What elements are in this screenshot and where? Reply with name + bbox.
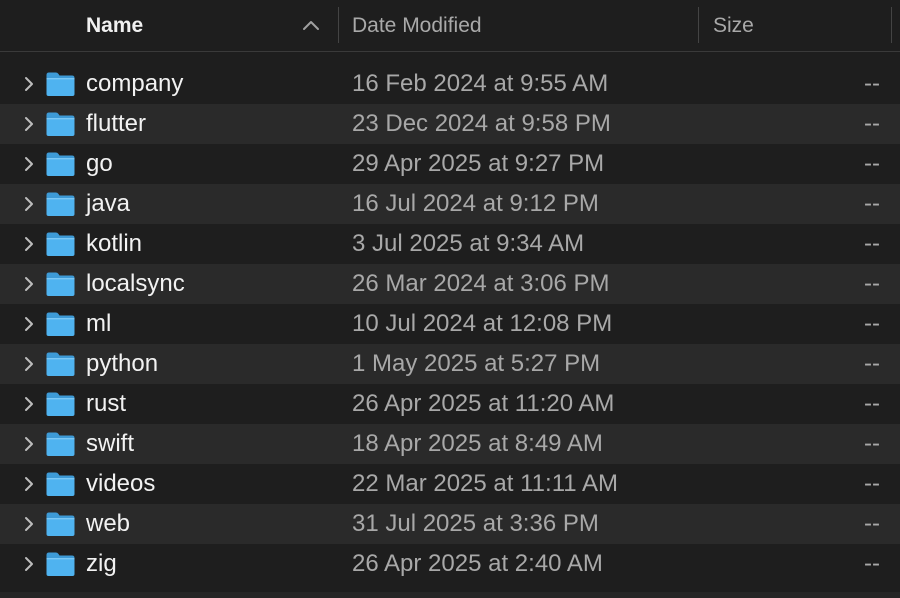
disclosure-chevron-right-icon[interactable] [21,75,37,93]
file-date-modified: 26 Mar 2024 at 3:06 PM [352,270,610,297]
folder-icon [46,552,75,576]
finder-list-view: Name Date Modified Size company 16 Feb 20… [0,0,900,598]
file-date-modified: 29 Apr 2025 at 9:27 PM [352,150,605,177]
list-item[interactable]: python 1 May 2025 at 5:27 PM -- [0,344,900,384]
file-name: flutter [86,110,147,137]
disclosure-chevron-right-icon[interactable] [21,155,37,173]
folder-icon [46,192,75,216]
file-name: go [86,150,113,177]
list-item[interactable]: rust 26 Apr 2025 at 11:20 AM -- [0,384,900,424]
folder-icon [46,272,75,296]
list-item[interactable]: web 31 Jul 2025 at 3:36 PM -- [0,504,900,544]
file-size: -- [864,110,880,137]
file-name: python [86,350,159,377]
file-name: swift [86,430,134,457]
file-name: ml [86,310,112,337]
file-size: -- [864,70,880,97]
list-item[interactable]: zig 26 Apr 2025 at 2:40 AM -- [0,544,900,584]
disclosure-chevron-right-icon[interactable] [21,355,37,373]
folder-icon [46,152,75,176]
file-name: localsync [86,270,185,297]
column-header-name[interactable]: Name [86,0,336,52]
file-size: -- [864,310,880,337]
sort-ascending-chevron-icon[interactable] [301,16,321,36]
file-name: zig [86,550,117,577]
folder-icon [46,312,75,336]
file-name: rust [86,390,127,417]
file-date-modified: 22 Mar 2025 at 11:11 AM [352,470,618,497]
file-name: videos [86,470,156,497]
list-item[interactable]: company 16 Feb 2024 at 9:55 AM -- [0,64,900,104]
file-name: web [86,510,131,537]
list-item[interactable]: localsync 26 Mar 2024 at 3:06 PM -- [0,264,900,304]
disclosure-chevron-right-icon[interactable] [21,115,37,133]
list-item[interactable]: go 29 Apr 2025 at 9:27 PM -- [0,144,900,184]
file-size: -- [864,350,880,377]
file-date-modified: 1 May 2025 at 5:27 PM [352,350,601,377]
disclosure-chevron-right-icon[interactable] [21,235,37,253]
column-divider[interactable] [891,7,892,43]
file-list: company 16 Feb 2024 at 9:55 AM -- flutter 23… [0,64,900,584]
folder-icon [46,472,75,496]
file-date-modified: 16 Jul 2024 at 9:12 PM [352,190,599,217]
column-header-date-modified[interactable]: Date Modified [352,0,692,52]
file-size: -- [864,550,880,577]
folder-icon [46,72,75,96]
file-size: -- [864,510,880,537]
file-name: company [86,70,184,97]
file-size: -- [864,230,880,257]
folder-icon [46,352,75,376]
file-size: -- [864,390,880,417]
list-item[interactable]: java 16 Jul 2024 at 9:12 PM -- [0,184,900,224]
disclosure-chevron-right-icon[interactable] [21,515,37,533]
file-date-modified: 26 Apr 2025 at 2:40 AM [352,550,603,577]
disclosure-chevron-right-icon[interactable] [21,275,37,293]
file-size: -- [864,150,880,177]
file-date-modified: 3 Jul 2025 at 9:34 AM [352,230,585,257]
list-item[interactable]: swift 18 Apr 2025 at 8:49 AM -- [0,424,900,464]
folder-icon [46,432,75,456]
folder-icon [46,392,75,416]
column-header-size[interactable]: Size [713,0,893,52]
folder-icon [46,232,75,256]
disclosure-chevron-right-icon[interactable] [21,395,37,413]
list-item[interactable]: kotlin 3 Jul 2025 at 9:34 AM -- [0,224,900,264]
file-date-modified: 16 Feb 2024 at 9:55 AM [352,70,609,97]
file-size: -- [864,430,880,457]
disclosure-chevron-right-icon[interactable] [21,555,37,573]
column-header-bar: Name Date Modified Size [0,0,900,52]
column-header-size-label: Size [713,14,754,37]
file-date-modified: 31 Jul 2025 at 3:36 PM [352,510,599,537]
column-divider[interactable] [338,7,339,43]
file-size: -- [864,470,880,497]
file-size: -- [864,270,880,297]
file-size: -- [864,190,880,217]
column-header-name-label: Name [86,14,144,37]
list-item[interactable]: flutter 23 Dec 2024 at 9:58 PM -- [0,104,900,144]
file-date-modified: 18 Apr 2025 at 8:49 AM [352,430,603,457]
list-item[interactable]: videos 22 Mar 2025 at 11:11 AM -- [0,464,900,504]
disclosure-chevron-right-icon[interactable] [21,315,37,333]
disclosure-chevron-right-icon[interactable] [21,475,37,493]
folder-icon [46,112,75,136]
list-bottom-edge [0,592,900,598]
folder-icon [46,512,75,536]
file-date-modified: 23 Dec 2024 at 9:58 PM [352,110,611,137]
file-date-modified: 10 Jul 2024 at 12:08 PM [352,310,613,337]
disclosure-chevron-right-icon[interactable] [21,195,37,213]
column-divider[interactable] [698,7,699,43]
list-item[interactable]: ml 10 Jul 2024 at 12:08 PM -- [0,304,900,344]
file-name: java [86,190,131,217]
column-header-date-label: Date Modified [352,14,482,37]
disclosure-chevron-right-icon[interactable] [21,435,37,453]
file-name: kotlin [86,230,143,257]
file-date-modified: 26 Apr 2025 at 11:20 AM [352,390,615,417]
